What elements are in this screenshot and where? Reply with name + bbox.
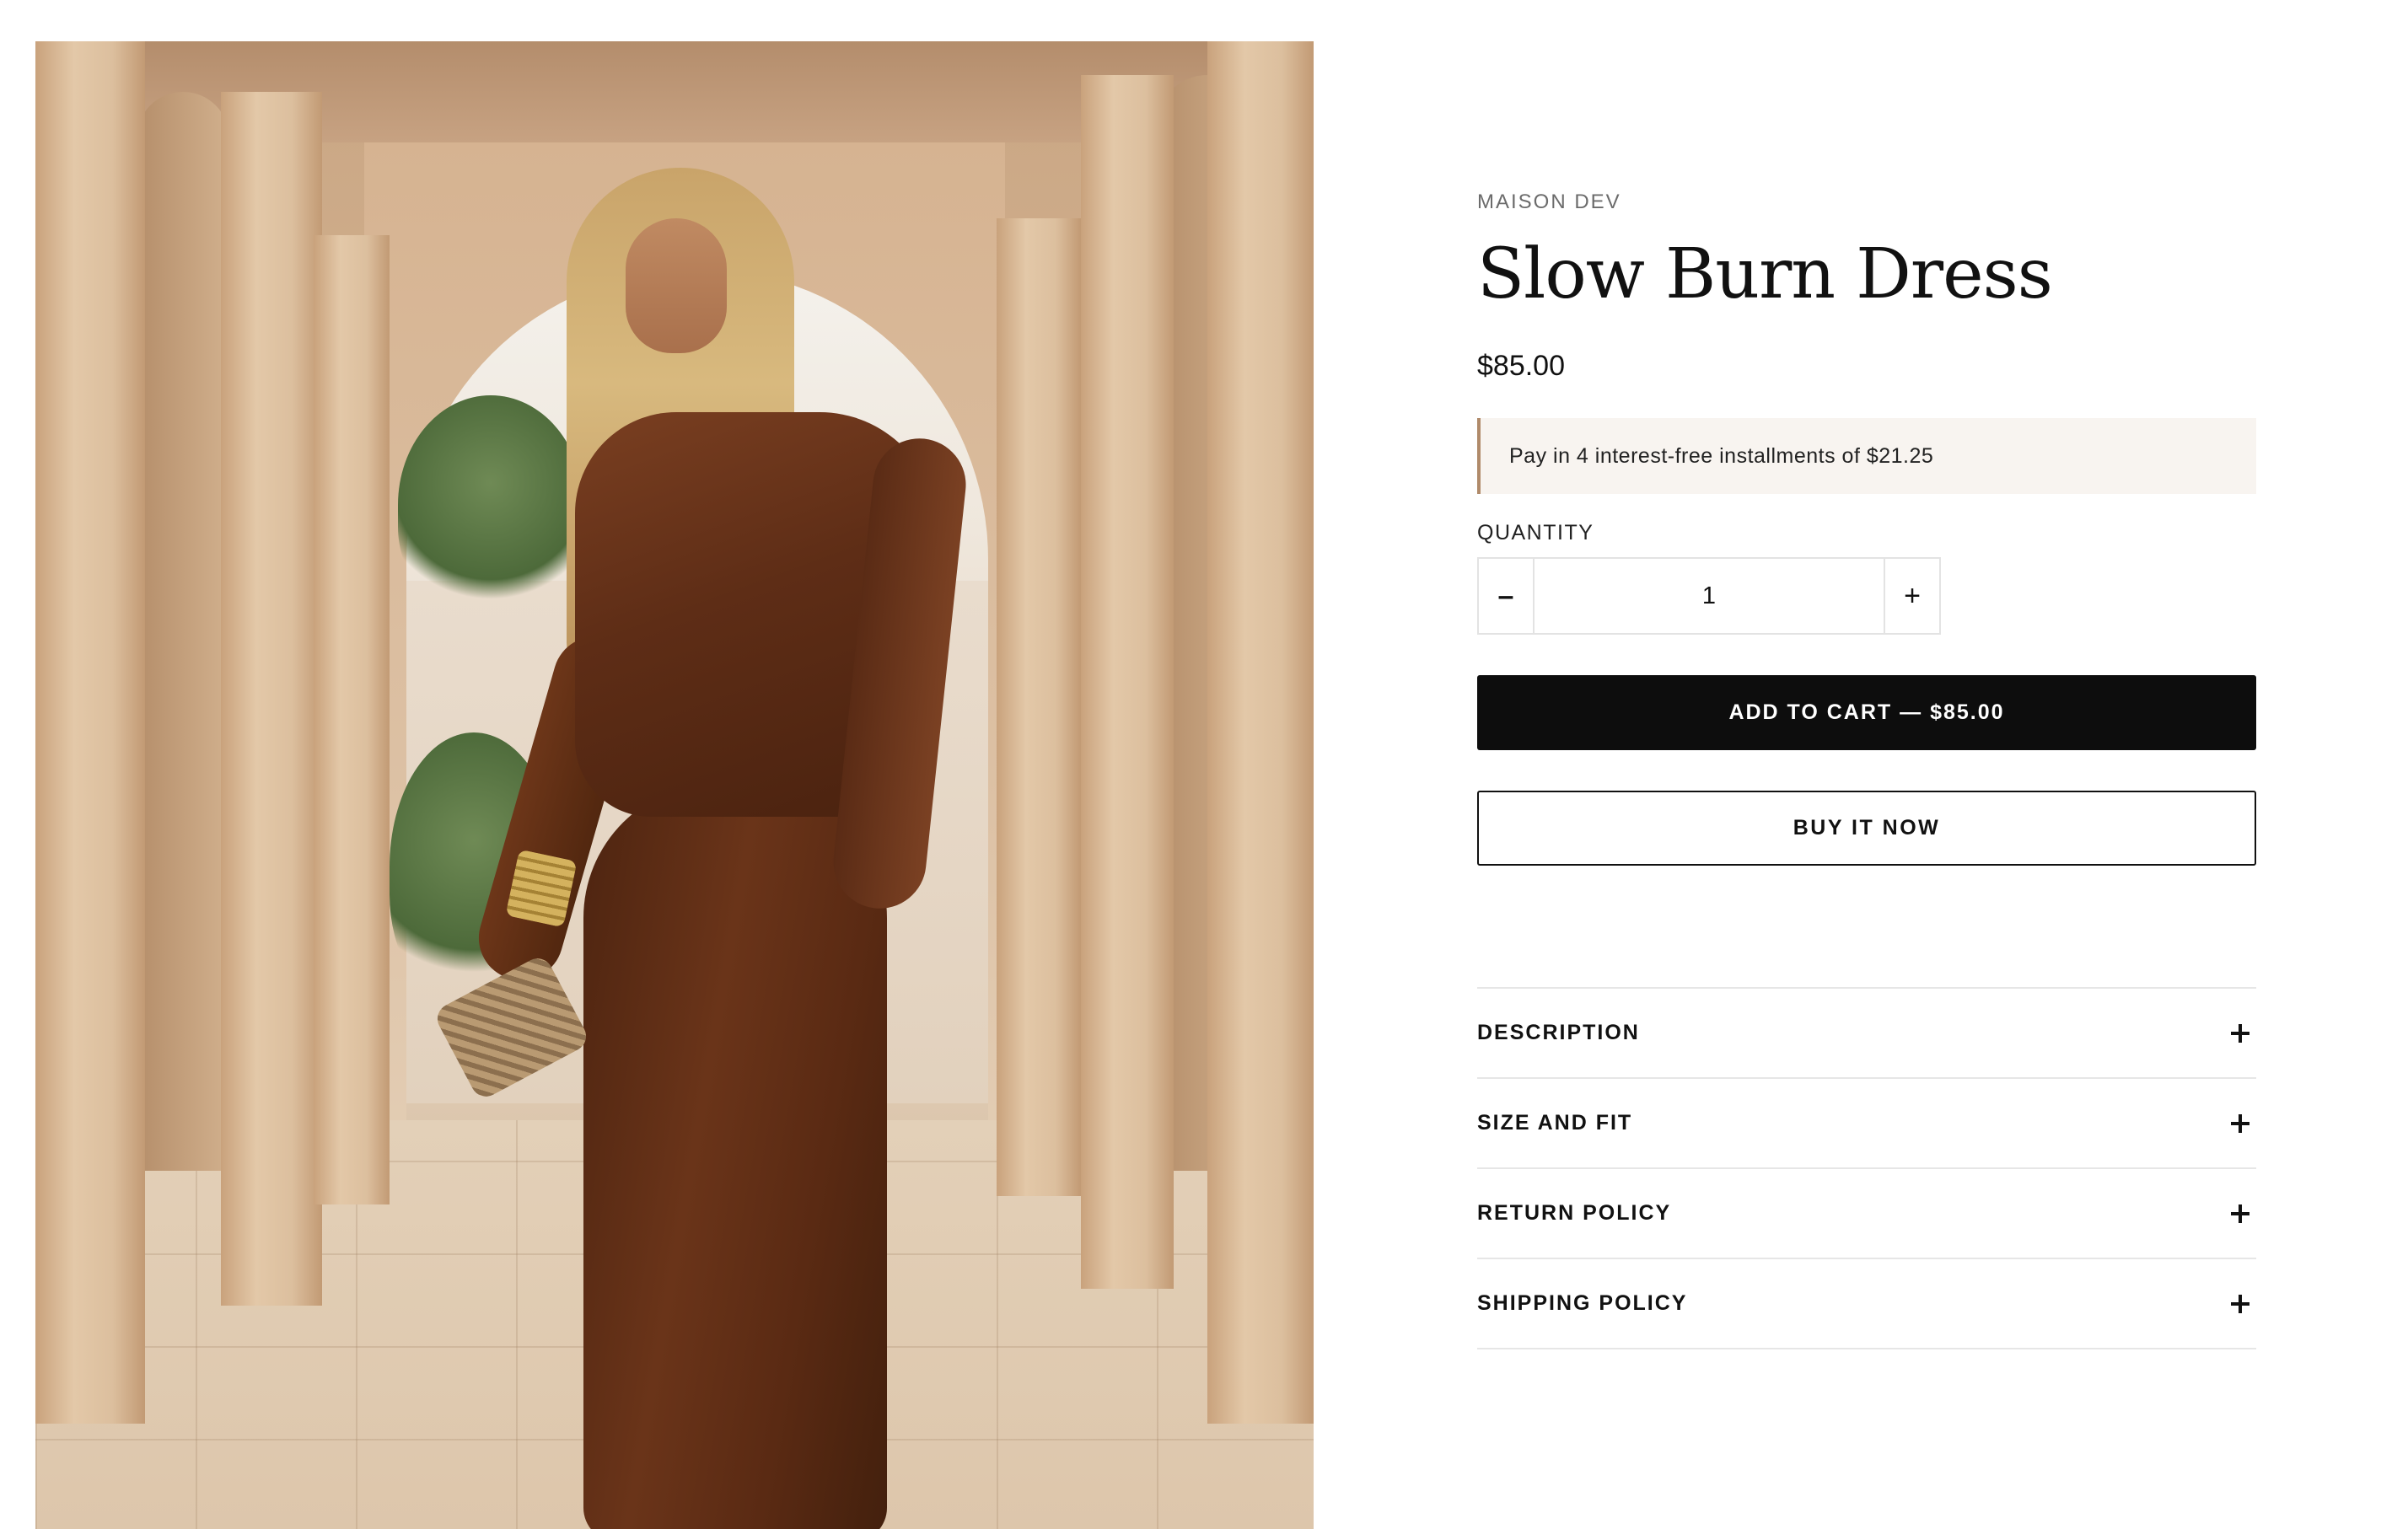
installments-text: Pay in 4 interest-free installments of $… (1509, 443, 1934, 468)
quantity-decrease-button[interactable]: – (1479, 559, 1535, 633)
image-pillar (35, 41, 145, 1424)
add-to-cart-button[interactable]: ADD TO CART — $85.00 (1477, 675, 2256, 750)
installments-banner: Pay in 4 interest-free installments of $… (1477, 418, 2256, 494)
quantity-stepper: – + (1477, 557, 1941, 635)
image-pillar (221, 92, 322, 1306)
plus-icon (2231, 1023, 2249, 1043)
accordion-label: SIZE AND FIT (1477, 1111, 1633, 1135)
quantity-increase-button[interactable]: + (1884, 559, 1939, 633)
image-pillar (314, 235, 390, 1204)
accordion-size-and-fit[interactable]: SIZE AND FIT (1477, 1079, 2256, 1169)
product-price: $85.00 (1477, 350, 1565, 382)
image-dress-skirt (583, 783, 887, 1529)
plus-icon (2231, 1204, 2249, 1223)
image-model-face (626, 218, 727, 353)
plus-icon (2231, 1113, 2249, 1133)
accordion-description[interactable]: DESCRIPTION (1477, 989, 2256, 1079)
image-pillar (1081, 75, 1174, 1289)
accordion-shipping-policy[interactable]: SHIPPING POLICY (1477, 1259, 2256, 1349)
image-pillar (997, 218, 1081, 1196)
product-title: Slow Burn Dress (1477, 234, 2053, 314)
plus-icon (2231, 1294, 2249, 1313)
product-image[interactable] (35, 41, 1314, 1529)
buy-it-now-button[interactable]: BUY IT NOW (1477, 791, 2256, 866)
vendor-name: MAISON DEV (1477, 190, 1621, 213)
quantity-label: QUANTITY (1477, 521, 1594, 545)
accordion-label: RETURN POLICY (1477, 1201, 1672, 1225)
product-accordion: DESCRIPTION SIZE AND FIT RETURN POLICY S… (1477, 987, 2256, 1349)
quantity-input[interactable] (1535, 559, 1884, 633)
image-arch-left (137, 92, 229, 1171)
accordion-return-policy[interactable]: RETURN POLICY (1477, 1169, 2256, 1259)
image-pillar (1207, 41, 1314, 1424)
accordion-label: SHIPPING POLICY (1477, 1291, 1688, 1315)
image-palm (398, 395, 583, 614)
accordion-label: DESCRIPTION (1477, 1021, 1640, 1044)
